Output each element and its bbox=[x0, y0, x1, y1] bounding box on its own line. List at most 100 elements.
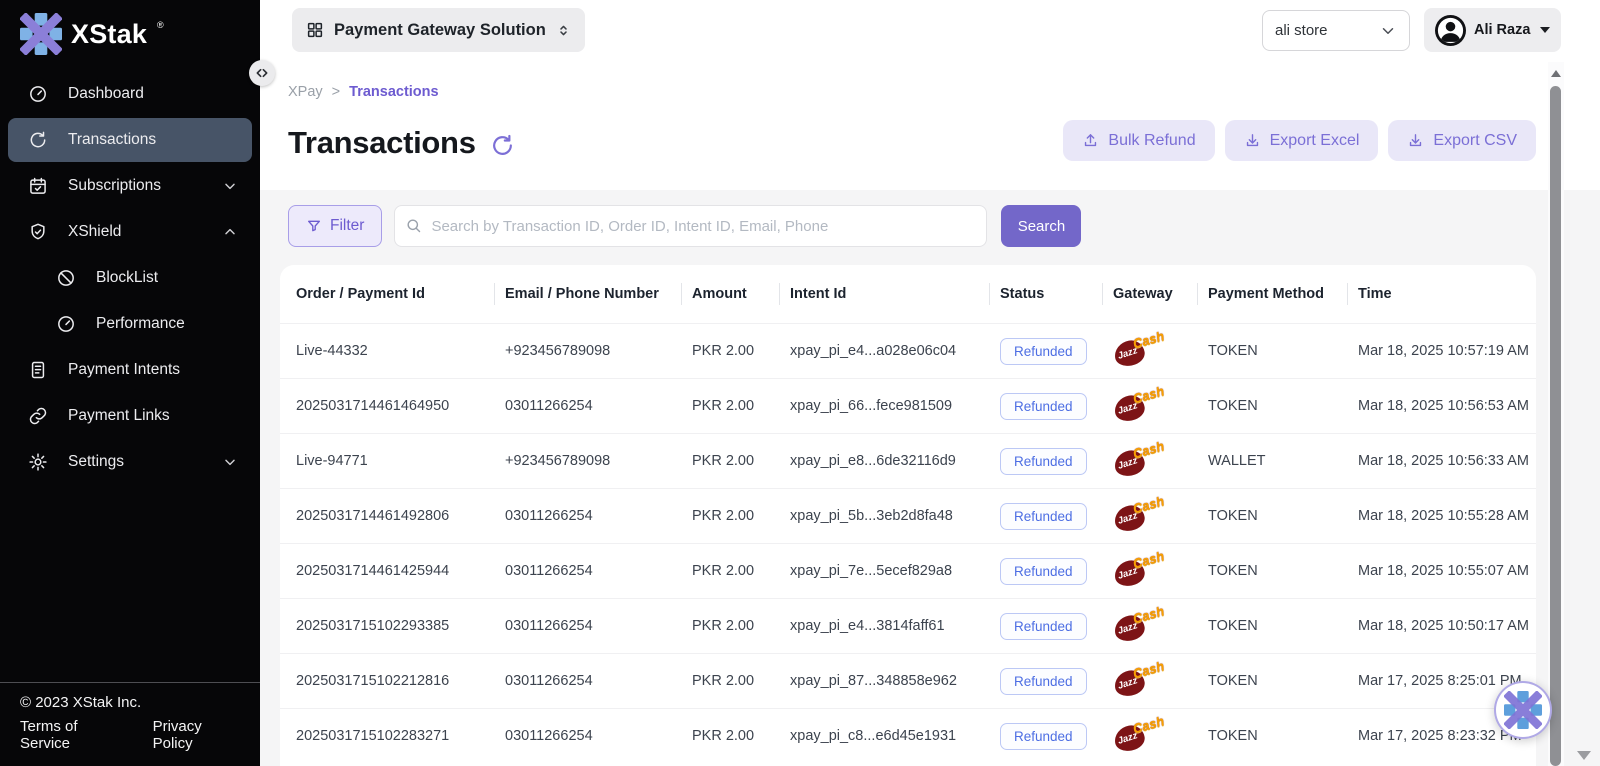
sidebar-item-xshield[interactable]: XShield bbox=[8, 210, 252, 254]
status-cell: Refunded bbox=[1000, 503, 1113, 530]
gateway-cell: JazzCash bbox=[1113, 716, 1208, 756]
sidebar-item-subscriptions[interactable]: Subscriptions bbox=[8, 164, 252, 208]
search-input[interactable] bbox=[394, 205, 987, 247]
sidebar-item-blocklist[interactable]: BlockList bbox=[8, 256, 252, 300]
table-row[interactable]: 202503171510221281603011266254PKR 2.00xp… bbox=[280, 653, 1536, 708]
gateway-cell: JazzCash bbox=[1113, 496, 1208, 536]
amount-cell: PKR 2.00 bbox=[692, 618, 790, 634]
export-csv-button[interactable]: Export CSV bbox=[1388, 120, 1536, 161]
jazzcash-cash-text: Cash bbox=[1131, 713, 1166, 736]
amount-cell: PKR 2.00 bbox=[692, 453, 790, 469]
brand-name: XStak bbox=[71, 19, 147, 50]
gateway-cell: JazzCash bbox=[1113, 661, 1208, 701]
table-row[interactable]: Live-44332+923456789098PKR 2.00xpay_pi_e… bbox=[280, 323, 1536, 378]
gateway-cell: JazzCash bbox=[1113, 606, 1208, 646]
payment-method-cell: TOKEN bbox=[1208, 343, 1358, 359]
logo[interactable]: XStak ® bbox=[0, 0, 260, 64]
scroll-down-arrow-icon[interactable] bbox=[1577, 751, 1591, 760]
status-badge: Refunded bbox=[1000, 393, 1087, 420]
export-excel-label: Export Excel bbox=[1270, 132, 1360, 150]
sidebar-nav: Dashboard Transactions SubscriptionsXShiel… bbox=[0, 64, 260, 486]
sidebar-item-payment-links[interactable]: Payment Links bbox=[8, 394, 252, 438]
sidebar-item-performance[interactable]: Performance bbox=[8, 302, 252, 346]
chevron-down-icon bbox=[1379, 22, 1397, 40]
refresh-button[interactable] bbox=[490, 133, 515, 158]
sidebar-item-dashboard[interactable]: Dashboard bbox=[8, 72, 252, 116]
bulk-refund-label: Bulk Refund bbox=[1108, 132, 1195, 150]
sidebar-item-transactions[interactable]: Transactions bbox=[8, 118, 252, 162]
block-icon bbox=[56, 268, 76, 288]
table-body: Live-44332+923456789098PKR 2.00xpay_pi_e… bbox=[280, 323, 1536, 763]
upload-icon bbox=[1082, 132, 1099, 149]
column-header: Time bbox=[1358, 286, 1536, 302]
chat-widget-button[interactable] bbox=[1494, 681, 1552, 739]
export-excel-button[interactable]: Export Excel bbox=[1225, 120, 1379, 161]
export-csv-label: Export CSV bbox=[1433, 132, 1517, 150]
product-switcher-button[interactable]: Payment Gateway Solution bbox=[292, 8, 585, 52]
order-payment-id-cell: 2025031714461464950 bbox=[296, 398, 505, 414]
intent-id-cell: xpay_pi_e4...a028e06c04 bbox=[790, 343, 1000, 359]
table-header: Order / Payment IdEmail / Phone NumberAm… bbox=[280, 265, 1536, 323]
sidebar-item-label: Payment Links bbox=[68, 407, 170, 425]
sidebar-collapse-button[interactable] bbox=[249, 60, 275, 86]
sidebar-item-label: Transactions bbox=[68, 131, 156, 149]
payment-method-cell: TOKEN bbox=[1208, 728, 1358, 744]
jazzcash-logo: JazzCash bbox=[1110, 602, 1167, 646]
status-cell: Refunded bbox=[1000, 668, 1113, 695]
intent-id-cell: xpay_pi_87...348858e962 bbox=[790, 673, 1000, 689]
scroll-up-arrow-icon[interactable] bbox=[1551, 70, 1561, 77]
bulk-refund-button[interactable]: Bulk Refund bbox=[1063, 120, 1214, 161]
code-chevrons-icon bbox=[254, 65, 270, 81]
payment-intents-icon bbox=[28, 360, 48, 380]
order-payment-id-cell: 2025031714461425944 bbox=[296, 563, 505, 579]
user-menu[interactable]: Ali Raza bbox=[1424, 8, 1561, 52]
page-actions: Bulk Refund Export Excel Export CSV bbox=[1063, 120, 1536, 161]
table-row[interactable]: 202503171446149280603011266254PKR 2.00xp… bbox=[280, 488, 1536, 543]
page-title: Transactions bbox=[288, 125, 476, 161]
table-row[interactable]: 202503171510228327103011266254PKR 2.00xp… bbox=[280, 708, 1536, 763]
table-row[interactable]: 202503171446146495003011266254PKR 2.00xp… bbox=[280, 378, 1536, 433]
download-icon bbox=[1244, 132, 1261, 149]
filter-button[interactable]: Filter bbox=[288, 205, 382, 247]
breadcrumb-parent[interactable]: XPay bbox=[288, 84, 323, 100]
gateway-cell: JazzCash bbox=[1113, 331, 1208, 371]
time-cell: Mar 18, 2025 10:50:17 AM bbox=[1358, 618, 1536, 634]
gear-icon bbox=[28, 452, 48, 472]
jazzcash-logo: JazzCash bbox=[1110, 382, 1167, 426]
amount-cell: PKR 2.00 bbox=[692, 563, 790, 579]
breadcrumb-current[interactable]: Transactions bbox=[349, 84, 438, 100]
table-row[interactable]: Live-94771+923456789098PKR 2.00xpay_pi_e… bbox=[280, 433, 1536, 488]
jazzcash-cash-text: Cash bbox=[1131, 383, 1166, 406]
intent-id-cell: xpay_pi_e4...3814faff61 bbox=[790, 618, 1000, 634]
email-phone-cell: +923456789098 bbox=[505, 343, 692, 359]
store-select[interactable]: ali store bbox=[1262, 10, 1410, 51]
email-phone-cell: 03011266254 bbox=[505, 618, 692, 634]
transactions-table: Order / Payment IdEmail / Phone NumberAm… bbox=[280, 265, 1536, 766]
payment-method-cell: TOKEN bbox=[1208, 563, 1358, 579]
intent-id-cell: xpay_pi_e8...6de32116d9 bbox=[790, 453, 1000, 469]
table-row[interactable]: 202503171446142594403011266254PKR 2.00xp… bbox=[280, 543, 1536, 598]
sidebar-item-settings[interactable]: Settings bbox=[8, 440, 252, 484]
time-cell: Mar 18, 2025 10:55:07 AM bbox=[1358, 563, 1536, 579]
status-cell: Refunded bbox=[1000, 448, 1113, 475]
vertical-scrollbar[interactable] bbox=[1548, 62, 1564, 766]
table-row[interactable]: 202503171510229338503011266254PKR 2.00xp… bbox=[280, 598, 1536, 653]
privacy-policy-link[interactable]: Privacy Policy bbox=[153, 718, 240, 752]
status-cell: Refunded bbox=[1000, 613, 1113, 640]
sidebar-item-payment-intents[interactable]: Payment Intents bbox=[8, 348, 252, 392]
search-icon bbox=[405, 217, 422, 234]
jazzcash-logo: JazzCash bbox=[1110, 492, 1167, 536]
chevron-down-icon bbox=[222, 454, 238, 470]
intent-id-cell: xpay_pi_66...fece981509 bbox=[790, 398, 1000, 414]
funnel-icon bbox=[306, 218, 322, 234]
status-badge: Refunded bbox=[1000, 503, 1087, 530]
terms-of-service-link[interactable]: Terms of Service bbox=[20, 718, 125, 752]
scrollbar-thumb[interactable] bbox=[1550, 86, 1561, 766]
chevron-up-icon bbox=[222, 224, 238, 240]
intent-id-cell: xpay_pi_7e...5ecef829a8 bbox=[790, 563, 1000, 579]
search-button[interactable]: Search bbox=[1001, 205, 1081, 247]
caret-down-icon bbox=[1540, 27, 1550, 33]
trademark-mark: ® bbox=[157, 20, 164, 30]
sidebar-item-label: Payment Intents bbox=[68, 361, 180, 379]
product-switcher-label: Payment Gateway Solution bbox=[334, 21, 546, 40]
